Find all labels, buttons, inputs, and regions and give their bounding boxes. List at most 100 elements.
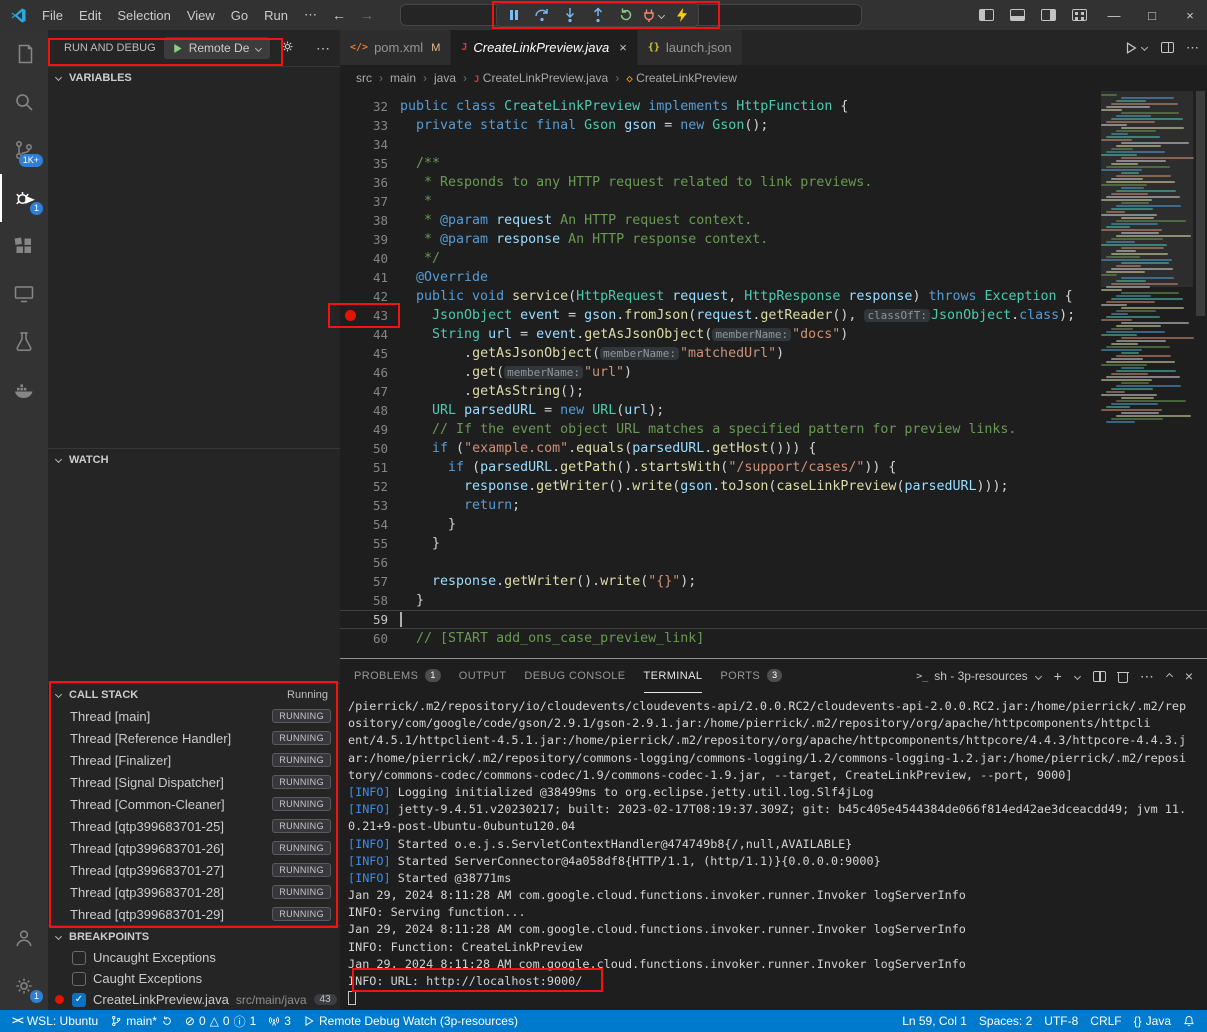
- breakpoint-row[interactable]: ✓CreateLinkPreview.javasrc/main/java43: [48, 989, 340, 1010]
- debug-config-selector[interactable]: Remote De: [164, 37, 271, 59]
- panel-tab-output[interactable]: OUTPUT: [459, 659, 507, 693]
- settings-gear-icon[interactable]: 1: [0, 962, 48, 1010]
- code-text[interactable]: response.getWriter().write("{}");: [388, 572, 696, 591]
- code-text[interactable]: if ("example.com".equals(parsedURL.getHo…: [388, 439, 816, 458]
- sidebar-more-actions[interactable]: ⋯: [316, 40, 330, 57]
- breakpoint-gutter[interactable]: [340, 135, 358, 154]
- breakpoint-gutter[interactable]: [340, 363, 358, 382]
- panel-more-actions[interactable]: ⋯: [1140, 668, 1154, 685]
- code-text[interactable]: *: [388, 192, 432, 211]
- testing-icon[interactable]: [0, 318, 48, 366]
- code-text[interactable]: [388, 135, 400, 154]
- toggle-secondary-sidebar-icon[interactable]: [1041, 9, 1056, 21]
- code-text[interactable]: JsonObject event = gson.fromJson(request…: [388, 306, 1075, 325]
- breakpoint-gutter[interactable]: [340, 458, 358, 477]
- terminal-output[interactable]: /pierrick/.m2/repository/io/cloudevents/…: [340, 693, 1207, 1010]
- breakpoint-gutter[interactable]: [340, 211, 358, 230]
- eol-sequence[interactable]: CRLF: [1084, 1010, 1127, 1032]
- panel-tab-problems[interactable]: PROBLEMS1: [354, 659, 441, 693]
- code-text[interactable]: /**: [388, 154, 440, 173]
- breadcrumb-item[interactable]: java: [434, 71, 456, 85]
- editor-more-actions[interactable]: ⋯: [1186, 40, 1199, 56]
- code-text[interactable]: return;: [388, 496, 520, 515]
- breakpoints-section-header[interactable]: BREAKPOINTS: [48, 925, 340, 947]
- callstack-thread-row[interactable]: Thread [qtp399683701-27]RUNNING: [48, 859, 340, 881]
- language-mode[interactable]: {} Java: [1128, 1010, 1177, 1032]
- code-text[interactable]: .getAsJsonObject(memberName:"matchedUrl"…: [388, 344, 784, 363]
- callstack-thread-row[interactable]: Thread [Reference Handler]RUNNING: [48, 727, 340, 749]
- callstack-thread-row[interactable]: Thread [Finalizer]RUNNING: [48, 749, 340, 771]
- step-over-button[interactable]: [528, 4, 555, 26]
- start-debug-icon[interactable]: [171, 42, 184, 55]
- code-text[interactable]: * @param response An HTTP response conte…: [388, 230, 768, 249]
- breakpoint-gutter[interactable]: [340, 515, 358, 534]
- toggle-sidebar-icon[interactable]: [979, 9, 994, 21]
- remote-explorer-icon[interactable]: [0, 270, 48, 318]
- breakpoint-gutter[interactable]: [340, 249, 358, 268]
- run-and-debug-icon[interactable]: 1: [0, 174, 48, 222]
- code-text[interactable]: public void service(HttpRequest request,…: [388, 287, 1073, 306]
- docker-icon[interactable]: [0, 366, 48, 414]
- breakpoint-gutter[interactable]: [340, 439, 358, 458]
- menu-file[interactable]: File: [34, 8, 71, 23]
- code-text[interactable]: if (parsedURL.getPath().startsWith("/sup…: [388, 458, 896, 477]
- code-editor[interactable]: 32public class CreateLinkPreview impleme…: [340, 91, 1207, 658]
- menu-go[interactable]: Go: [223, 8, 256, 23]
- breakpoint-gutter[interactable]: [340, 553, 358, 572]
- watch-section-header[interactable]: WATCH: [48, 448, 340, 470]
- accounts-icon[interactable]: [0, 914, 48, 962]
- branch-indicator[interactable]: main*: [104, 1010, 179, 1032]
- breakpoint-gutter[interactable]: [340, 97, 358, 116]
- kill-terminal-icon[interactable]: [1117, 670, 1129, 683]
- breakpoint-row[interactable]: Caught Exceptions: [48, 968, 340, 989]
- restart-button[interactable]: [612, 4, 639, 26]
- breakpoint-gutter[interactable]: [340, 325, 358, 344]
- breakpoint-gutter[interactable]: [340, 629, 358, 648]
- breakpoint-gutter[interactable]: [340, 591, 358, 610]
- minimap[interactable]: [1101, 93, 1193, 423]
- breakpoint-checkbox[interactable]: ✓: [72, 993, 86, 1007]
- split-terminal-icon[interactable]: [1093, 671, 1106, 682]
- breakpoint-gutter[interactable]: [340, 192, 358, 211]
- breakpoint-gutter[interactable]: [340, 382, 358, 401]
- maximize-panel-icon[interactable]: [1166, 672, 1173, 679]
- ports-indicator[interactable]: 3: [262, 1010, 297, 1032]
- breakpoint-checkbox[interactable]: [72, 972, 86, 986]
- code-text[interactable]: [388, 610, 402, 629]
- menu-selection[interactable]: Selection: [109, 8, 178, 23]
- code-text[interactable]: String url = event.getAsJsonObject(membe…: [388, 325, 848, 344]
- step-into-button[interactable]: [556, 4, 583, 26]
- source-control-icon[interactable]: 1K+: [0, 126, 48, 174]
- menu-view[interactable]: View: [179, 8, 223, 23]
- debug-session-status[interactable]: Remote Debug Watch (3p-resources): [297, 1010, 524, 1032]
- breakpoint-gutter[interactable]: [340, 306, 358, 325]
- code-text[interactable]: URL parsedURL = new URL(url);: [388, 401, 664, 420]
- callstack-thread-row[interactable]: Thread [qtp399683701-28]RUNNING: [48, 881, 340, 903]
- breakpoint-gutter[interactable]: [340, 116, 358, 135]
- code-text[interactable]: [388, 553, 400, 572]
- panel-tab-debug-console[interactable]: DEBUG CONSOLE: [524, 659, 625, 693]
- code-text[interactable]: }: [388, 534, 440, 553]
- breakpoint-gutter[interactable]: [340, 401, 358, 420]
- forward-arrow[interactable]: →: [353, 7, 381, 23]
- back-arrow[interactable]: ←: [325, 7, 353, 23]
- code-text[interactable]: }: [388, 591, 424, 610]
- code-text[interactable]: * Responds to any HTTP request related t…: [388, 173, 872, 192]
- callstack-thread-row[interactable]: Thread [qtp399683701-29]RUNNING: [48, 903, 340, 925]
- debug-settings-gear-icon[interactable]: [280, 39, 295, 57]
- menu-overflow[interactable]: ⋯: [296, 7, 325, 23]
- hot-code-replace-button[interactable]: [668, 4, 695, 26]
- code-text[interactable]: response.getWriter().write(gson.toJson(c…: [388, 477, 1009, 496]
- breakpoint-row[interactable]: Uncaught Exceptions: [48, 947, 340, 968]
- customize-layout-icon[interactable]: [1072, 9, 1087, 21]
- breakpoint-gutter[interactable]: [340, 173, 358, 192]
- tab-CreateLinkPreview.java[interactable]: JCreateLinkPreview.java×: [451, 30, 637, 65]
- explorer-icon[interactable]: [0, 30, 48, 78]
- menu-edit[interactable]: Edit: [71, 8, 109, 23]
- pause-button[interactable]: [500, 4, 527, 26]
- call-stack-section-header[interactable]: CALL STACK Running: [48, 683, 340, 705]
- run-java-button[interactable]: [1124, 41, 1149, 55]
- code-text[interactable]: // [START add_ons_case_preview_link]: [388, 629, 704, 648]
- indentation[interactable]: Spaces: 2: [973, 1010, 1038, 1032]
- toggle-panel-icon[interactable]: [1010, 9, 1025, 21]
